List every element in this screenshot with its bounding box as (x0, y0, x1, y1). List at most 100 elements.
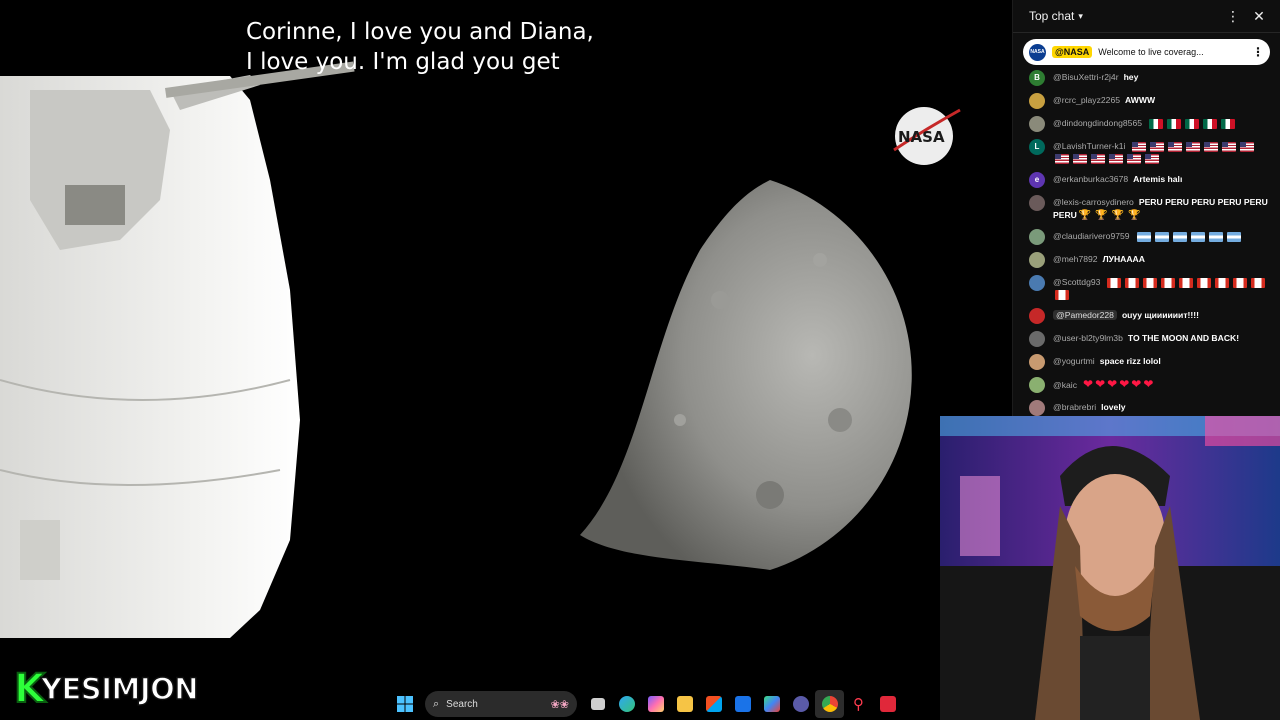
flag-emoji-icon (1221, 118, 1236, 129)
chat-avatar[interactable] (1029, 116, 1045, 132)
task-view-icon[interactable] (583, 690, 612, 718)
chat-message-body: @meh7892 ЛУНАААА (1053, 253, 1272, 266)
chat-author[interactable]: @dindongdindong8565 (1053, 118, 1142, 128)
chat-message[interactable]: @brabrebri lovely (1029, 397, 1272, 416)
chat-author[interactable]: @rcrc_playz2265 (1053, 95, 1120, 105)
chat-avatar[interactable] (1029, 93, 1045, 109)
chat-avatar[interactable] (1029, 354, 1045, 370)
heart-emoji-icon: ❤ (1083, 377, 1094, 391)
nasa-avatar: NASA (1029, 43, 1046, 61)
chat-message-body: @dindongdindong8565 (1053, 117, 1272, 130)
chat-text: hey (1123, 72, 1139, 82)
chat-text: lovely (1101, 402, 1126, 412)
chat-message-body: @rcrc_playz2265 AWWW (1053, 94, 1272, 107)
chat-author[interactable]: @lexis-carrosydinero (1053, 197, 1134, 207)
chat-message[interactable]: e @erkanburkac3678 Artemis halı (1029, 169, 1272, 192)
app-icon[interactable] (873, 690, 902, 718)
video-player[interactable]: Corinne, I love you and Diana, I love yo… (0, 0, 1012, 720)
chat-avatar[interactable] (1029, 331, 1045, 347)
chat-avatar[interactable] (1029, 229, 1045, 245)
chat-message[interactable]: @yogurtmi space rizz lolol (1029, 351, 1272, 374)
maps-pin-icon[interactable]: ⚲ (844, 690, 873, 718)
heart-emoji-icon: ❤ (1131, 377, 1142, 391)
chat-message[interactable]: @lexis-carrosydinero PERU PERU PERU PERU … (1029, 192, 1272, 226)
chat-author[interactable]: @Scottdg93 (1053, 277, 1100, 287)
taskbar-search[interactable]: ⌕ Search ❀❀ (425, 691, 577, 717)
streamer-logo-k: K (13, 665, 46, 713)
flag-emoji-icon (1073, 154, 1087, 165)
file-explorer-icon[interactable] (670, 690, 699, 718)
flag-emoji-icon (1226, 231, 1241, 242)
mail-icon[interactable] (728, 690, 757, 718)
chat-author[interactable]: @brabrebri (1053, 402, 1096, 412)
copilot-icon[interactable] (641, 690, 670, 718)
chat-avatar[interactable] (1029, 377, 1045, 393)
chat-author[interactable]: @erkanburkac3678 (1053, 174, 1128, 184)
flag-emoji-icon (1186, 141, 1201, 152)
flag-emoji-icon (1136, 231, 1151, 242)
chat-message-body: @brabrebri lovely (1053, 401, 1272, 414)
chrome-icon[interactable] (815, 690, 844, 718)
chat-message-body: @BisuXettri-r2j4r hey (1053, 71, 1272, 84)
chat-avatar[interactable] (1029, 308, 1045, 324)
chat-avatar[interactable] (1029, 400, 1045, 416)
chat-avatar[interactable] (1029, 275, 1045, 291)
chat-message[interactable]: @Scottdg93 (1029, 272, 1272, 305)
chat-message[interactable]: @meh7892 ЛУНАААА (1029, 249, 1272, 272)
flag-emoji-icon (1179, 277, 1194, 288)
flag-emoji-icon (1127, 154, 1141, 165)
chat-avatar[interactable]: e (1029, 172, 1045, 188)
chat-avatar[interactable] (1029, 195, 1045, 211)
chat-message[interactable]: @dindongdindong8565 (1029, 113, 1272, 136)
heart-emoji-icon: ❤ (1143, 377, 1154, 391)
webcam-feed (940, 416, 1280, 720)
chat-avatar[interactable]: L (1029, 139, 1045, 155)
streamer-logo-text: YESIMJON (40, 671, 199, 707)
chat-text: ЛУНАААА (1102, 254, 1145, 264)
chat-text: ouyy щиииииит!!!! (1121, 310, 1199, 320)
chat-author[interactable]: @meh7892 (1053, 254, 1098, 264)
chat-author[interactable]: @yogurtmi (1053, 356, 1095, 366)
search-placeholder: Search (446, 698, 478, 710)
pinned-more-icon[interactable]: ⋮ (1252, 45, 1264, 59)
chat-avatar[interactable]: B (1029, 70, 1045, 86)
flag-emoji-icon (1240, 141, 1255, 152)
chat-author[interactable]: @LavishTurner-k1i (1053, 141, 1125, 151)
chat-message[interactable]: @rcrc_playz2265 AWWW (1029, 90, 1272, 113)
chat-message[interactable]: L @LavishTurner-k1i (1029, 136, 1272, 169)
chat-author[interactable]: @kaic (1053, 380, 1077, 390)
teams-icon[interactable] (757, 690, 786, 718)
pinned-author: @NASA (1052, 46, 1093, 58)
flag-emoji-icon (1203, 118, 1218, 129)
store-icon[interactable] (699, 690, 728, 718)
flag-emoji-icon (1215, 277, 1230, 288)
terminal-icon[interactable] (786, 690, 815, 718)
chat-author[interactable]: @Pamedor228 (1053, 310, 1117, 320)
chat-avatar[interactable] (1029, 252, 1045, 268)
windows-start-icon[interactable] (390, 690, 419, 718)
chat-message[interactable]: B @BisuXettri-r2j4r hey (1029, 67, 1272, 90)
flag-emoji-icon (1167, 118, 1182, 129)
close-icon[interactable]: ✕ (1248, 5, 1270, 27)
chat-text: space rizz lolol (1099, 356, 1161, 366)
chat-text: AWWW (1125, 95, 1156, 105)
chat-text: TO THE MOON AND BACK! (1127, 333, 1240, 343)
flag-emoji-icon (1233, 277, 1248, 288)
flag-emoji-icon (1055, 154, 1069, 165)
chat-author[interactable]: @user-bl2ty9lm3b (1053, 333, 1123, 343)
chat-message[interactable]: @Pamedor228 ouyy щиииииит!!!! (1029, 305, 1272, 328)
chat-message[interactable]: @claudiarivero9759 (1029, 226, 1272, 249)
chat-author[interactable]: @claudiarivero9759 (1053, 231, 1130, 241)
pinned-message[interactable]: NASA @NASA Welcome to live coverag... ⋮ (1023, 39, 1270, 65)
chat-author[interactable]: @BisuXettri-r2j4r (1053, 72, 1119, 82)
edge-icon[interactable] (612, 690, 641, 718)
chat-title: Top chat (1029, 9, 1075, 23)
flag-emoji-icon (1208, 231, 1223, 242)
chat-message[interactable]: @kaic ❤ ❤ ❤ ❤ ❤ ❤ (1029, 374, 1272, 397)
chat-message[interactable]: @user-bl2ty9lm3b TO THE MOON AND BACK! (1029, 328, 1272, 351)
chat-mode-dropdown[interactable]: Top chat ▾ (1029, 9, 1083, 23)
trophy-emoji-icon: 🏆 (1078, 209, 1092, 221)
chat-message-body: @claudiarivero9759 (1053, 230, 1272, 243)
more-options-icon[interactable]: ⋮ (1222, 5, 1244, 27)
svg-text:NASA: NASA (898, 128, 945, 146)
